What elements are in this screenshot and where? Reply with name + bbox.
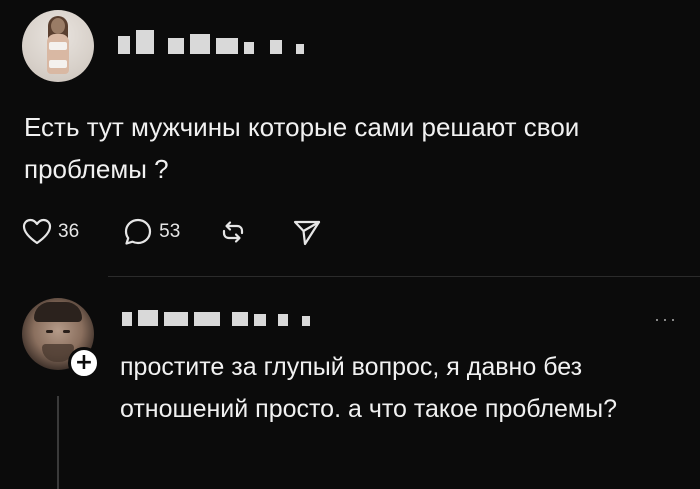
post-author-avatar[interactable] [22, 10, 94, 82]
like-button[interactable]: 36 [22, 218, 79, 246]
send-icon [294, 220, 321, 246]
comment-bubble-icon [125, 218, 152, 245]
like-count: 36 [58, 221, 80, 242]
censor-block [302, 316, 310, 326]
censor-block [278, 314, 288, 326]
heart-icon [22, 218, 52, 245]
censor-block [296, 44, 304, 54]
plus-icon: + [74, 350, 94, 375]
censor-block [190, 34, 210, 54]
avatar-head [51, 18, 65, 34]
censor-block [216, 38, 238, 54]
comment-count: 53 [159, 221, 181, 242]
repost-icon [223, 221, 244, 243]
censor-block [136, 30, 154, 54]
share-button[interactable] [292, 217, 322, 247]
censor-block [270, 40, 282, 54]
censor-block [118, 36, 130, 54]
censor-block [194, 312, 220, 326]
censor-block [138, 310, 158, 326]
repost-button[interactable] [218, 217, 248, 247]
follow-button[interactable]: + [68, 347, 100, 379]
avatar-eye [63, 330, 70, 333]
avatar-hair [34, 302, 82, 322]
avatar-body [47, 34, 69, 74]
censor-block [232, 312, 248, 326]
post-actions: 36 53 [22, 214, 322, 250]
thread-line [57, 396, 59, 489]
censor-block [244, 42, 254, 54]
censor-block [168, 38, 184, 54]
post-divider [108, 276, 700, 277]
censor-block [122, 312, 132, 326]
post-author-username-censored[interactable] [118, 30, 304, 54]
comment-button[interactable]: 53 [123, 217, 180, 247]
avatar-eye [46, 330, 53, 333]
reply-text: простите за глупый вопрос, я давно без о… [120, 353, 617, 423]
reply-author-username-censored[interactable] [122, 310, 310, 326]
censor-block [254, 314, 266, 326]
post-text: Есть тут мужчины которые сами решают сво… [24, 112, 580, 184]
more-options-button[interactable]: ··· [654, 310, 678, 328]
censor-block [164, 312, 188, 326]
avatar-top [49, 42, 67, 50]
avatar-bottom [49, 60, 67, 68]
